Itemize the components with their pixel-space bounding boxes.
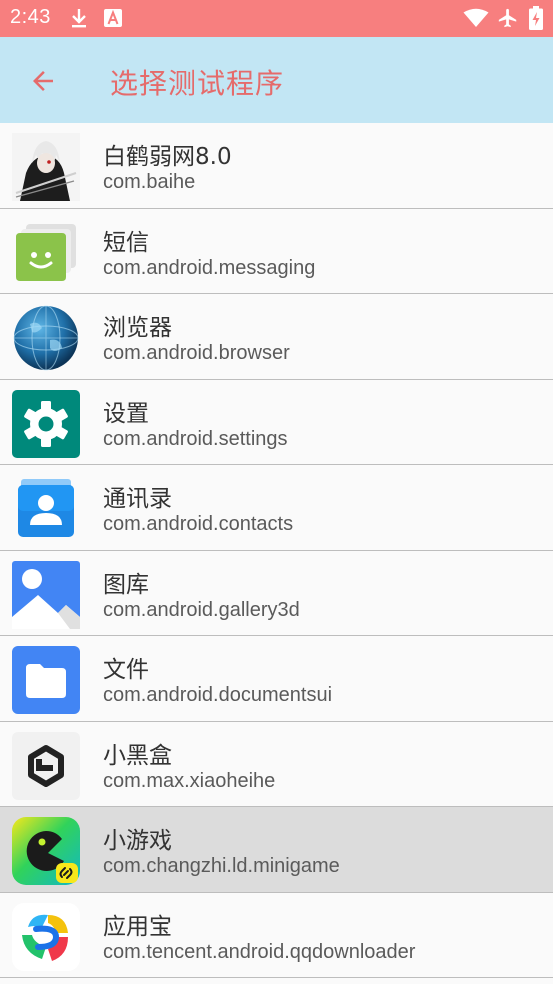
airplane-mode-icon [498, 8, 517, 28]
settings-app-icon [12, 389, 80, 458]
app-package: com.tencent.android.qqdownloader [103, 940, 416, 963]
font-a-icon [104, 9, 122, 27]
app-package: com.android.messaging [103, 256, 316, 279]
download-icon [72, 9, 86, 28]
app-name: 白鹤弱网8.0 [103, 144, 232, 170]
minigame-app-icon [12, 817, 80, 885]
app-list-item[interactable]: 图库 com.android.gallery3d [0, 551, 553, 636]
app-name: 小黑盒 [103, 742, 172, 769]
status-time: 2:43 [10, 6, 51, 28]
app-list-item[interactable]: 小游戏 com.changzhi.ld.minigame [0, 807, 553, 893]
app-list-item[interactable]: 文件 com.android.documentsui [0, 636, 553, 722]
battery-charging-icon [529, 6, 543, 30]
app-list-item[interactable]: 通讯录 com.android.contacts [0, 465, 553, 551]
app-list-item[interactable]: 浏览器 com.android.browser [0, 294, 553, 380]
app-package: com.changzhi.ld.minigame [103, 855, 340, 877]
app-package: com.android.gallery3d [103, 598, 300, 621]
app-bar: 选择测试程序 [0, 37, 553, 123]
app-package: com.android.browser [103, 342, 290, 364]
arrow-back-icon [33, 71, 53, 91]
app-name: 小游戏 [103, 828, 172, 854]
back-button[interactable] [26, 64, 60, 98]
status-bar: 2:43 [0, 0, 553, 37]
app-package: com.android.contacts [103, 513, 294, 535]
app-name: 图库 [103, 571, 149, 598]
app-package: com.android.documentsui [103, 684, 333, 706]
app-list-item[interactable]: 设置 com.android.settings [0, 380, 553, 465]
app-list-item[interactable]: 白鹤弱网8.0 com.baihe [0, 123, 553, 209]
wifi-icon [463, 8, 489, 27]
xiaoheihe-app-icon [12, 731, 80, 800]
app-list-item[interactable]: 短信 com.android.messaging [0, 209, 553, 294]
yingyongbao-app-icon [12, 902, 80, 971]
app-package: com.max.xiaoheihe [103, 769, 276, 792]
app-name: 通讯录 [103, 486, 172, 512]
app-list: 白鹤弱网8.0 com.baihe 短信 com.android.messagi… [0, 123, 553, 978]
app-list-item[interactable]: 应用宝 com.tencent.android.qqdownloader [0, 893, 553, 978]
page-title: 选择测试程序 [110, 67, 285, 100]
contacts-app-icon [18, 479, 74, 537]
app-name: 应用宝 [103, 913, 172, 940]
app-name: 文件 [103, 657, 149, 683]
gallery-app-icon [12, 560, 80, 629]
app-name: 浏览器 [103, 315, 172, 341]
messaging-app-icon [16, 223, 76, 281]
app-list-item[interactable]: 小黑盒 com.max.xiaoheihe [0, 722, 553, 807]
app-name: 设置 [103, 400, 149, 427]
app-name: 短信 [103, 229, 149, 256]
baihe-app-icon [12, 133, 80, 201]
app-package: com.android.settings [103, 427, 288, 450]
browser-app-icon [13, 305, 79, 371]
files-app-icon [12, 646, 80, 714]
app-package: com.baihe [103, 171, 196, 193]
